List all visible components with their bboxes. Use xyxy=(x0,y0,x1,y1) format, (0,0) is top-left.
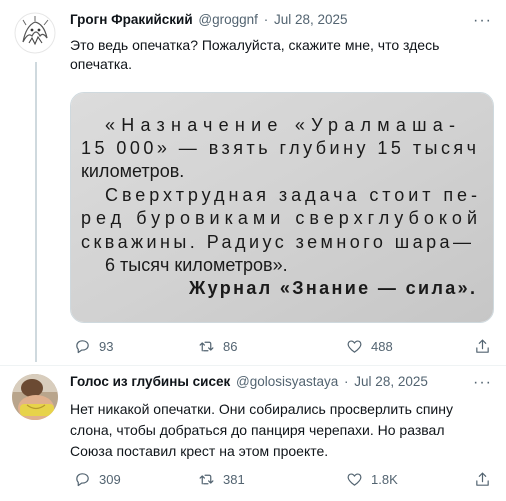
avatar-grogn[interactable] xyxy=(14,12,56,54)
author-name[interactable]: Голос из глубины сисек xyxy=(70,374,230,389)
tweet-text: Нет никакой опечатки. Они собирались про… xyxy=(70,401,453,459)
like-count: 488 xyxy=(371,338,393,354)
tweet-text: Это ведь опечатка? Пожалуйста, скажите м… xyxy=(70,37,440,72)
tweet-1-header: Грогн Фракийский @groggnf · Jul 28, 2025 xyxy=(70,10,348,30)
thread-line xyxy=(35,62,37,362)
reply-button[interactable]: 309 xyxy=(74,469,121,489)
author-handle[interactable]: @golosisyastaya xyxy=(236,374,338,389)
post-date[interactable]: Jul 28, 2025 xyxy=(274,12,348,27)
reply-count: 309 xyxy=(99,471,121,487)
share-button[interactable] xyxy=(474,469,499,489)
tweet-1[interactable]: Грогн Фракийский @groggnf · Jul 28, 2025… xyxy=(0,0,506,365)
author-handle[interactable]: @groggnf xyxy=(198,12,258,27)
clip-line-7: 6 тысяч километров». xyxy=(105,255,288,275)
clip-line-3: километров. xyxy=(81,161,184,181)
heart-icon xyxy=(347,472,362,486)
separator-dot: · xyxy=(344,374,349,389)
reply-icon xyxy=(76,472,89,486)
retweet-count: 86 xyxy=(223,338,238,354)
like-button[interactable]: 488 xyxy=(346,336,393,356)
retweet-button[interactable]: 381 xyxy=(198,469,245,489)
tweet-2-header: Голос из глубины сисек @golosisyastaya ·… xyxy=(70,372,428,392)
like-button[interactable]: 1.8K xyxy=(346,469,398,489)
tweet-2[interactable]: Голос из глубины сисек @golosisyastaya ·… xyxy=(0,366,506,501)
share-icon xyxy=(476,472,489,486)
reply-icon xyxy=(76,339,89,353)
retweet-icon xyxy=(199,341,214,351)
more-options-icon[interactable]: ··· xyxy=(473,375,492,391)
retweet-icon xyxy=(199,474,214,484)
clip-line-6: скважины. Радиус земного шара— xyxy=(81,232,471,252)
retweet-count: 381 xyxy=(223,471,245,487)
clip-line-5: ред буровиками сверхглубокой xyxy=(81,208,477,228)
author-name[interactable]: Грогн Фракийский xyxy=(70,12,193,27)
newspaper-clipping-image: «Назначение «Уралмаша- 15 000» — взять г… xyxy=(71,93,493,322)
retweet-button[interactable]: 86 xyxy=(198,336,237,356)
tweet-1-actions: 93 86 488 xyxy=(70,336,494,356)
share-icon xyxy=(476,339,489,353)
like-count: 1.8K xyxy=(371,471,398,487)
share-button[interactable] xyxy=(474,336,499,356)
more-options-icon[interactable]: ··· xyxy=(473,13,492,29)
reply-count: 93 xyxy=(99,338,114,354)
avatar-golos[interactable] xyxy=(12,374,58,420)
attached-image[interactable]: «Назначение «Уралмаша- 15 000» — взять г… xyxy=(70,92,494,323)
tweet-2-actions: 309 381 1.8K xyxy=(70,469,494,489)
heart-icon xyxy=(347,339,362,353)
separator-dot: · xyxy=(263,12,269,27)
reply-button[interactable]: 93 xyxy=(74,336,113,356)
post-date[interactable]: Jul 28, 2025 xyxy=(354,374,428,389)
